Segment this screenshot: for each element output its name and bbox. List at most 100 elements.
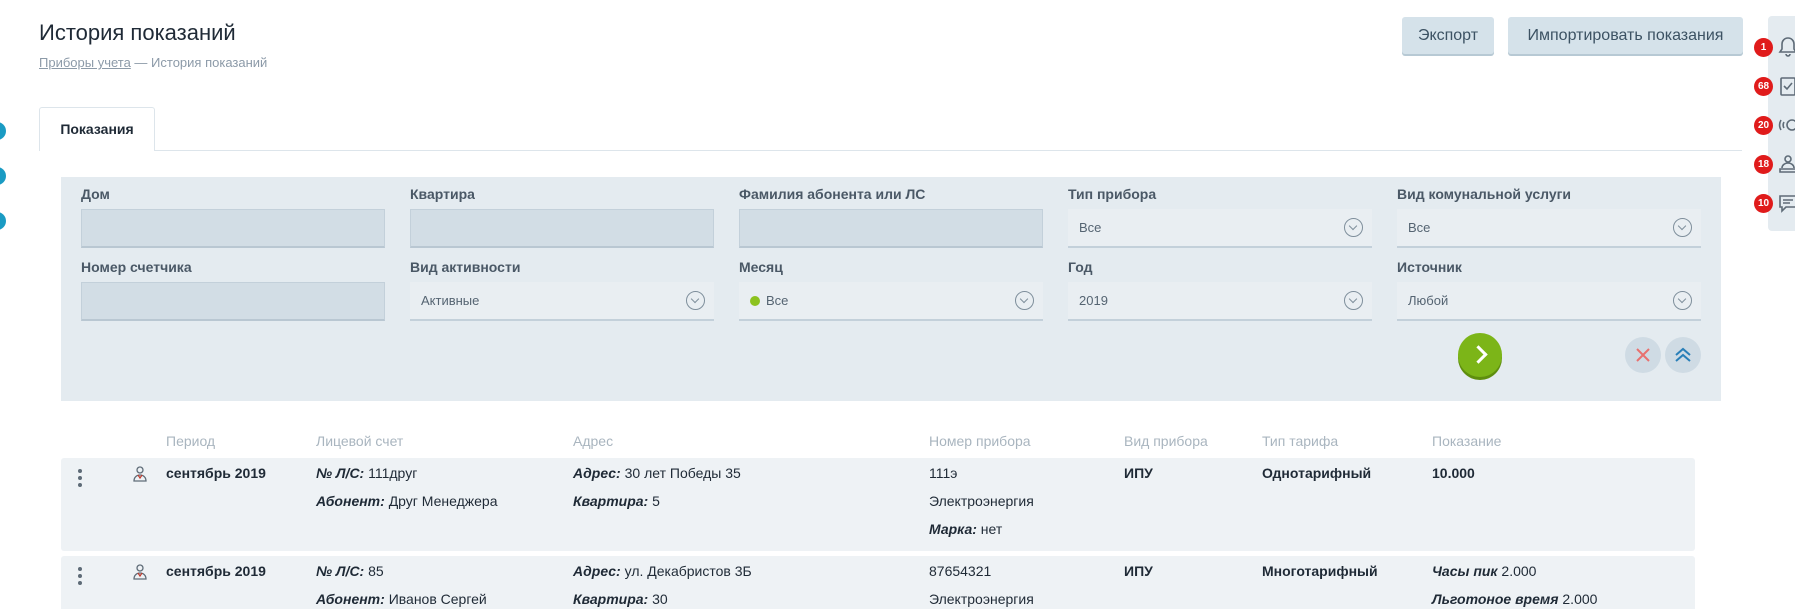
breadcrumb-current: История показаний [151, 55, 268, 70]
breadcrumb-link-meters[interactable]: Приборы учета [39, 55, 131, 70]
house-input[interactable] [81, 209, 385, 248]
subscriber-value: Иванов Сергей [388, 591, 487, 607]
brand-value: нет [980, 521, 1003, 537]
reading-value: 10.000 [1432, 465, 1475, 481]
activity-select[interactable]: Активные [410, 282, 714, 321]
left-edge-controls [0, 122, 6, 257]
meter-number-input[interactable] [81, 282, 385, 321]
breadcrumb: Приборы учета — История показаний [39, 55, 267, 70]
column-header-reading[interactable]: Показание [1432, 433, 1501, 449]
address-value: ул. Декабристов 3Б [624, 563, 752, 579]
brand-label: Марка: [929, 521, 977, 537]
column-header-device-kind[interactable]: Вид прибора [1124, 433, 1208, 449]
close-icon [1636, 348, 1650, 362]
apt-value: 5 [652, 493, 660, 509]
notification-count-badge: 1 [1754, 38, 1773, 57]
tab-readings[interactable]: Показания [39, 107, 155, 151]
clear-filters-button[interactable] [1625, 337, 1661, 373]
source-select[interactable]: Любой [1397, 282, 1701, 321]
address-label: Адрес: [573, 465, 621, 481]
meter-number-label: Номер счетчика [81, 259, 192, 275]
resource-value: Электроэнергия [929, 591, 1034, 607]
chevron-down-icon [686, 291, 705, 310]
activity-value: Активные [421, 293, 480, 308]
year-select[interactable]: 2019 [1068, 282, 1372, 321]
row-menu-icon[interactable] [78, 469, 82, 487]
device-number-value: 87654321 [929, 563, 992, 579]
chevron-down-icon [1673, 218, 1692, 237]
rail-item-reception[interactable]: 18 [1754, 149, 1795, 179]
service-type-select[interactable]: Все [1397, 209, 1701, 248]
table-row[interactable]: сентябрь 2019 № Л/С: 111друг Абонент: Др… [61, 458, 1695, 551]
subscriber-input[interactable] [739, 209, 1043, 248]
month-value: Все [766, 293, 789, 308]
collapse-filters-button[interactable] [1665, 337, 1701, 373]
clipboard-check-icon [1780, 77, 1795, 96]
period-value: сентябрь 2019 [166, 563, 266, 579]
device-type-label: Тип прибора [1068, 186, 1157, 202]
double-chevron-up-icon [1675, 347, 1691, 362]
page-title: История показаний [39, 20, 236, 45]
account-value: 85 [368, 563, 384, 579]
apt-value: 30 [652, 591, 668, 607]
left-edge-dot[interactable] [0, 212, 6, 230]
column-header-period[interactable]: Период [166, 433, 215, 449]
device-type-value: Все [1079, 220, 1102, 235]
notification-rail: 1 68 20 18 10 [1754, 16, 1795, 231]
apartment-input[interactable] [410, 209, 714, 248]
house-label: Дом [81, 186, 110, 202]
column-header-device-number[interactable]: Номер прибора [929, 433, 1031, 449]
year-value: 2019 [1079, 293, 1108, 308]
activity-label: Вид активности [410, 259, 521, 275]
service-type-label: Вид комунальной услуги [1397, 186, 1572, 202]
apt-label: Квартира: [573, 591, 649, 607]
column-header-account[interactable]: Лицевой счет [316, 433, 403, 449]
chevron-down-icon [1673, 291, 1692, 310]
rail-item-broadcast[interactable]: 20 [1754, 110, 1795, 140]
account-label: № Л/С: [316, 465, 365, 481]
user-avatar-icon [133, 564, 147, 580]
left-edge-dot[interactable] [0, 122, 6, 140]
reading-value: 2.000 [1501, 563, 1537, 579]
month-label: Месяц [739, 259, 783, 275]
user-desk-icon [1779, 155, 1795, 173]
table-row[interactable]: сентябрь 2019 № Л/С: 85 Абонент: Иванов … [61, 556, 1695, 609]
import-readings-button[interactable]: Импортировать показания [1508, 17, 1743, 54]
chevron-down-icon [1344, 218, 1363, 237]
tariff-value: Многотарифный [1262, 563, 1378, 579]
source-label: Источник [1397, 259, 1462, 275]
reading-label: Часы пик [1432, 563, 1498, 579]
subscriber-value: Друг Менеджера [388, 493, 498, 509]
reading-label: Льготоное время [1432, 591, 1559, 607]
resource-value: Электроэнергия [929, 493, 1034, 509]
apply-filters-button[interactable] [1458, 333, 1502, 377]
user-avatar-icon [133, 466, 147, 482]
column-header-address[interactable]: Адрес [573, 433, 613, 449]
reading-value: 2.000 [1562, 591, 1598, 607]
bell-icon [1778, 37, 1795, 57]
address-label: Адрес: [573, 563, 621, 579]
month-select[interactable]: Все [739, 282, 1043, 321]
device-number-value: 111э [929, 465, 958, 481]
device-kind-value: ИПУ [1124, 563, 1153, 579]
row-menu-icon[interactable] [78, 567, 82, 585]
rail-item-tasks[interactable]: 68 [1754, 71, 1795, 101]
rail-item-notifications[interactable]: 1 [1754, 32, 1795, 62]
messages-count-badge: 10 [1754, 194, 1773, 213]
subscriber-label: Абонент: [316, 591, 385, 607]
service-type-value: Все [1408, 220, 1431, 235]
device-type-select[interactable]: Все [1068, 209, 1372, 248]
tab-divider [39, 150, 1742, 151]
left-edge-dot[interactable] [0, 167, 6, 185]
export-button[interactable]: Экспорт [1402, 17, 1494, 54]
account-label: № Л/С: [316, 563, 365, 579]
chevron-down-icon [1344, 291, 1363, 310]
subscriber-label: Абонент: [316, 493, 385, 509]
filter-panel: Дом Квартира Фамилия абонента или ЛС Тип… [61, 177, 1721, 401]
source-value: Любой [1408, 293, 1449, 308]
broadcast-icon [1778, 119, 1795, 131]
period-value: сентябрь 2019 [166, 465, 266, 481]
column-header-tariff[interactable]: Тип тарифа [1262, 433, 1338, 449]
device-kind-value: ИПУ [1124, 465, 1153, 481]
rail-item-messages[interactable]: 10 [1754, 188, 1795, 218]
